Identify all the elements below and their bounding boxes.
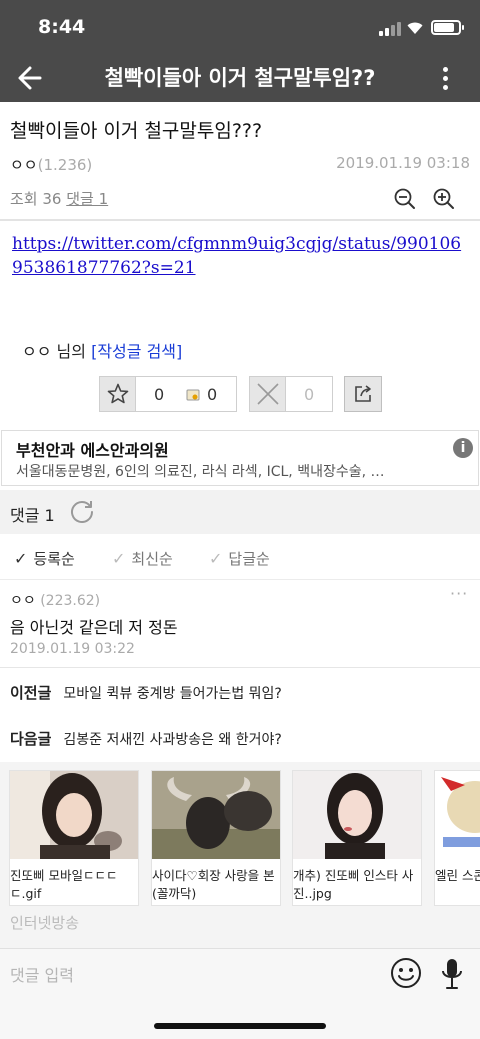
refresh-icon[interactable]	[68, 498, 96, 526]
ad-description: 서울대동문병원, 6인의 의료진, 라식 라섹, ICL, 백내장수술, …	[16, 464, 385, 480]
not-recommend-x-icon	[257, 383, 279, 405]
zoom-in-icon[interactable]	[432, 187, 456, 211]
sort-tab-label: 등록순	[33, 550, 75, 568]
author-search-row: ㅇㅇ 님의 [작성글 검색]	[22, 338, 182, 362]
author-search-suffix: 님의	[51, 342, 92, 361]
app-title: 철빡이들아 이거 철구말투임??	[104, 66, 376, 90]
comment-date: 2019.01.19 03:22	[10, 641, 135, 657]
status-bar: 8:44	[0, 0, 480, 54]
comment-count: 댓글 1	[10, 506, 55, 525]
thumbnail-image	[10, 771, 138, 859]
share-icon	[355, 385, 371, 402]
author-search-name: ㅇㅇ	[22, 342, 52, 361]
fixed-recommend-count: 0	[207, 385, 218, 404]
zoom-out-icon[interactable]	[393, 187, 417, 211]
comment-author-name: ㅇㅇ	[10, 593, 36, 609]
comment-divider	[0, 667, 480, 668]
sort-tab-label: 답글순	[228, 550, 270, 568]
post-author[interactable]: ㅇㅇ(1.236)	[10, 154, 92, 175]
view-count: 조회 36	[10, 190, 62, 208]
microphone-icon[interactable]	[440, 957, 464, 991]
fixed-recommend-icon	[186, 389, 200, 401]
related-post-card[interactable]: 개추) 진또삐 인스타 사진..jpg	[292, 770, 422, 906]
comment-author[interactable]: ㅇㅇ (223.62)	[10, 590, 100, 610]
prev-post-link[interactable]: 이전글 모바일 퀵뷰 중계방 들어가는법 뭐임?	[10, 682, 282, 703]
comment-more-icon[interactable]: ···	[450, 584, 468, 603]
thumbnail-caption: 엘린 스콘 ㅋ스폰에	[435, 868, 480, 883]
wifi-icon	[407, 22, 423, 34]
comment-sort-tabs: ✓ 등록순 ✓ 최신순 ✓ 답글순	[0, 534, 480, 580]
related-posts-source: 인터넷방송	[10, 914, 80, 932]
thumbnail-caption: 사이다♡회장 사랑을 본(꼴까닥)	[152, 868, 275, 901]
prev-post-label: 이전글	[10, 684, 52, 702]
check-icon: ✓	[14, 549, 28, 568]
signal-icon	[379, 22, 401, 36]
recommend-star-icon	[107, 383, 129, 404]
sort-tab-registered[interactable]: ✓ 등록순	[14, 548, 75, 569]
post-date: 2019.01.19 03:18	[336, 154, 470, 172]
sort-tab-label: 최신순	[131, 550, 173, 568]
header-divider	[0, 219, 480, 221]
comment-count-link[interactable]: 댓글 1	[66, 190, 108, 208]
post-stats: 조회 36 댓글 1	[10, 188, 108, 209]
author-search-link[interactable]: [작성글 검색]	[91, 342, 182, 361]
thumbnail-image	[152, 771, 280, 859]
more-options-icon[interactable]	[432, 64, 458, 94]
recommend-button[interactable]: 0 0	[99, 376, 237, 412]
comment-input[interactable]	[0, 957, 380, 993]
sort-tab-replies[interactable]: ✓ 답글순	[209, 548, 270, 569]
prev-post-title: 모바일 퀵뷰 중계방 들어가는법 뭐임?	[63, 686, 282, 702]
comment-author-ip: (223.62)	[40, 593, 101, 609]
author-name: ㅇㅇ	[10, 156, 38, 174]
back-arrow-icon[interactable]	[12, 62, 48, 94]
thumbnail-image	[293, 771, 421, 859]
comment-body: 음 아닌것 같은데 저 정돈	[10, 618, 178, 637]
ad-banner[interactable]: 부천안과 에스안과의원 서울대동문병원, 6인의 의료진, 라식 라섹, ICL…	[1, 430, 479, 486]
not-recommend-count: 0	[304, 385, 315, 404]
home-indicator[interactable]	[154, 1023, 326, 1029]
ad-title: 부천안과 에스안과의원	[16, 441, 169, 460]
next-post-link[interactable]: 다음글 김봉준 저새낀 사과방송은 왜 한거야?	[10, 728, 282, 749]
next-post-title: 김봉준 저새낀 사과방송은 왜 한거야?	[63, 732, 282, 748]
next-post-label: 다음글	[10, 730, 52, 748]
thumbnail-image	[435, 771, 480, 859]
thumbnail-caption: 진또삐 모바일ㄷㄷㄷㄷ.gif	[10, 868, 118, 901]
not-recommend-button[interactable]: 0	[249, 376, 333, 412]
related-posts: 진또삐 모바일ㄷㄷㄷㄷ.gif 사이다♡회장 사랑을 본(꼴까닥) 개추) 진또…	[0, 762, 480, 948]
battery-icon	[431, 20, 464, 35]
related-post-card[interactable]: 사이다♡회장 사랑을 본(꼴까닥)	[151, 770, 281, 906]
thumbnail-caption: 개추) 진또삐 인스타 사진..jpg	[293, 868, 414, 901]
recommend-icon-cell	[100, 377, 136, 411]
sort-tab-latest[interactable]: ✓ 최신순	[112, 548, 173, 569]
app-bar: 철빡이들아 이거 철구말투임??	[0, 54, 480, 102]
post-link[interactable]: https://twitter.com/cfgmnm9uig3cgjg/stat…	[12, 232, 468, 280]
info-icon[interactable]: i	[453, 438, 473, 458]
status-time: 8:44	[38, 16, 86, 38]
related-post-card[interactable]: 엘린 스콘 ㅋ스폰에	[434, 770, 480, 906]
comment-header: 댓글 1	[0, 490, 480, 534]
check-icon: ✓	[112, 549, 126, 568]
recommend-count: 0	[154, 385, 165, 404]
check-icon: ✓	[209, 549, 223, 568]
emoji-icon[interactable]	[390, 957, 422, 989]
author-ip: (1.236)	[37, 156, 93, 174]
share-button[interactable]	[344, 376, 382, 412]
related-post-card[interactable]: 진또삐 모바일ㄷㄷㄷㄷ.gif	[9, 770, 139, 906]
not-recommend-icon-cell	[250, 377, 286, 411]
post-title: 철빡이들아 이거 철구말투임???	[10, 120, 263, 142]
